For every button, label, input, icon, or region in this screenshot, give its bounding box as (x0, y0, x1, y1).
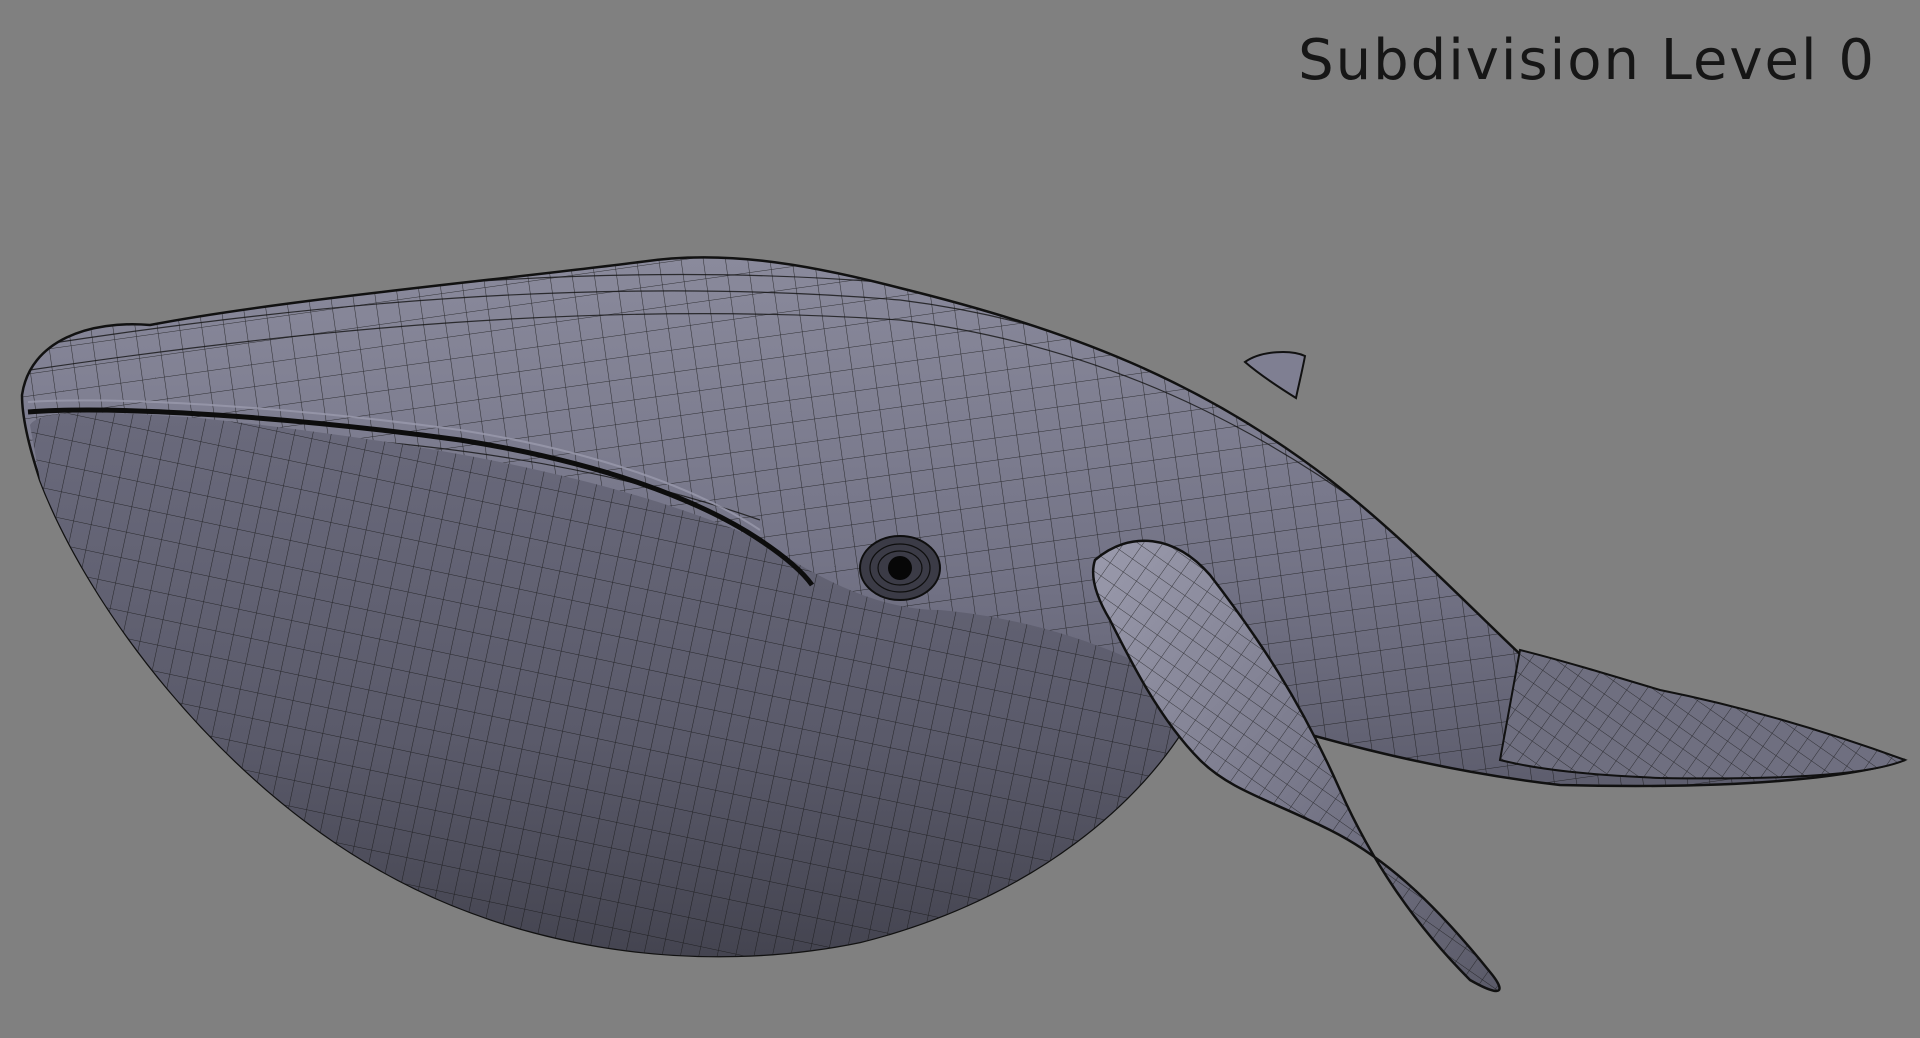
whale-model[interactable] (0, 0, 1920, 1038)
eye (859, 535, 941, 601)
tail-fluke (1498, 648, 1908, 780)
subdivision-level-label: Subdivision Level 0 (1298, 28, 1876, 93)
3d-viewport[interactable]: Subdivision Level 0 (0, 0, 1920, 1038)
dorsal-fin (1243, 351, 1307, 400)
